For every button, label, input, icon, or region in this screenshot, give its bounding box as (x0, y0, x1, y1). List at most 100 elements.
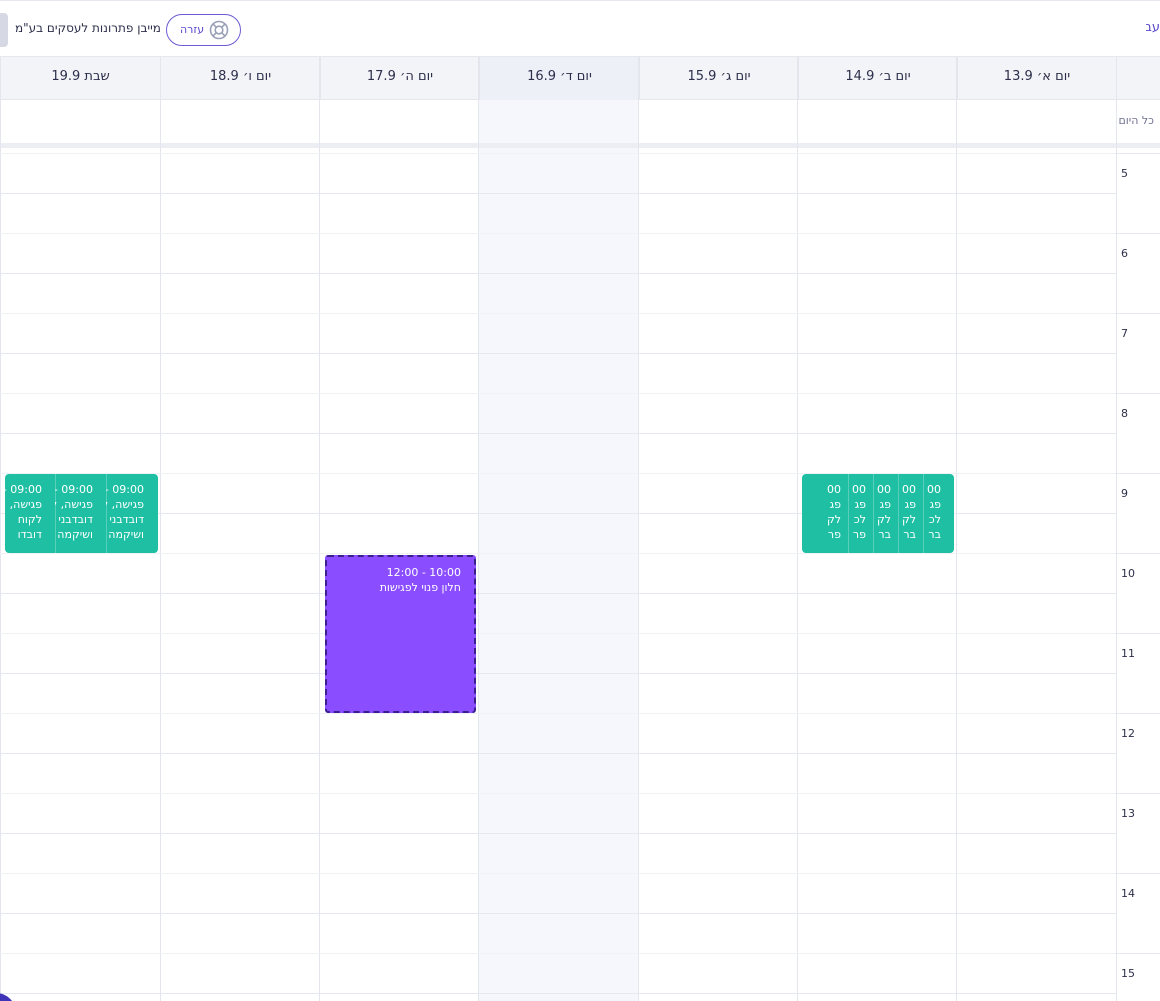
event-time: 00 (852, 483, 866, 496)
gutter-hour-line (1116, 153, 1160, 154)
event-title: דובדו (17, 528, 42, 541)
event-divider (873, 474, 874, 553)
week-calendar: יום א׳ 13.9 יום ב׳ 14.9 יום ג׳ 15.9 יום … (0, 57, 1160, 1001)
day-header-sun[interactable]: יום א׳ 13.9 (957, 57, 1116, 100)
sidebar-toggle-handle[interactable] (0, 13, 8, 47)
calendar-event[interactable]: 09:00 - פגישה, לקוח דובדו (5, 474, 55, 553)
event-time: 09:00 - (5, 483, 42, 496)
gutter-hour-line (1116, 473, 1160, 474)
column-divider (638, 57, 639, 1001)
saturday-event-group: 09:00 - 10 פגישה, ל דובדבני ושיקמה 09:00… (5, 474, 158, 553)
hour-line (0, 833, 1116, 834)
floating-action-button[interactable] (0, 993, 16, 1001)
company-name: מייבן פתרונות לעסקים בע"מ (15, 21, 161, 35)
hour-label: 7 (1121, 327, 1128, 340)
free-slot-title: חלון פנוי לפגישות (379, 581, 461, 594)
calendar-event[interactable]: 09:00 - 10 פגישה, ל דובדבני ושיקמה (106, 474, 158, 553)
day-header-sat[interactable]: שבת 19.9 (0, 57, 160, 100)
monday-event-group: 00 פג לכ בר 00 פג לק בר 00 פג לק בר 00 פ… (802, 474, 954, 553)
event-title: בר (928, 528, 941, 541)
hour-label: 15 (1121, 967, 1135, 980)
event-title: פר (827, 528, 841, 541)
all-day-label: כל היום (1118, 114, 1154, 127)
free-slot-event[interactable]: 10:00 - 12:00 חלון פנוי לפגישות (325, 555, 476, 713)
event-title: פג (879, 498, 891, 511)
half-hour-line (0, 793, 1116, 794)
hour-line (0, 673, 1116, 674)
top-bar: מייבן פתרונות לעסקים בע"מ עזרה עב (0, 0, 1160, 57)
hour-label: 5 (1121, 167, 1128, 180)
day-header-mon[interactable]: יום ב׳ 14.9 (798, 57, 957, 100)
gutter-hour-line (1116, 953, 1160, 954)
event-title: פר (852, 528, 866, 541)
column-divider (319, 57, 320, 1001)
event-time: 09:00 - 10 (106, 483, 144, 496)
hour-label: 11 (1121, 647, 1135, 660)
half-hour-line (0, 873, 1116, 874)
event-title: לק (876, 513, 891, 526)
calendar-event[interactable]: 00 פג לק בר (873, 474, 898, 553)
event-title: פג (829, 498, 841, 511)
event-time: 00 (877, 483, 891, 496)
event-divider (55, 474, 56, 553)
event-title: בר (903, 528, 916, 541)
event-title: פג (854, 498, 866, 511)
day-header-fri[interactable]: יום ו׳ 18.9 (160, 57, 320, 100)
event-divider (923, 474, 924, 553)
calendar-event[interactable]: 00 פג לכ בר (923, 474, 954, 553)
gutter-hour-line (1116, 393, 1160, 394)
help-button-label: עזרה (180, 23, 205, 36)
hour-label: 14 (1121, 887, 1135, 900)
event-title: ושיקמה (57, 528, 93, 541)
free-slot-time: 10:00 - 12:00 (386, 566, 461, 579)
all-day-separator (0, 143, 1160, 148)
column-divider (797, 57, 798, 1001)
event-divider (898, 474, 899, 553)
column-divider (956, 57, 957, 1001)
lifebuoy-icon (209, 20, 229, 40)
calendar-event[interactable]: 00 פג לק פר (823, 474, 848, 553)
half-hour-line (0, 153, 1116, 154)
help-button[interactable]: עזרה (166, 14, 241, 46)
day-header-tue[interactable]: יום ג׳ 15.9 (639, 57, 798, 100)
event-time: 09:00 - 10 (55, 483, 93, 496)
gutter-hour-line (1116, 713, 1160, 714)
calendar-event[interactable]: 09:00 - 10 פגישה, ל דובדבני ושיקמה (55, 474, 106, 553)
hour-label: 10 (1121, 567, 1135, 580)
hour-label: 9 (1121, 487, 1128, 500)
event-time: 00 (902, 483, 916, 496)
event-title: פג (929, 498, 941, 511)
calendar-event[interactable]: 00 פג לכ פר (848, 474, 873, 553)
hour-label: 13 (1121, 807, 1135, 820)
event-title: בר (878, 528, 891, 541)
event-title: לכ (853, 513, 866, 526)
hour-line (0, 993, 1116, 994)
hour-line (0, 753, 1116, 754)
event-title: פג (904, 498, 916, 511)
gutter-hour-line (1116, 233, 1160, 234)
event-divider (106, 474, 107, 553)
hour-line (0, 193, 1116, 194)
half-hour-line (0, 633, 1116, 634)
column-divider (160, 57, 161, 1001)
event-title: לכ (928, 513, 941, 526)
column-divider (478, 57, 479, 1001)
half-hour-line (0, 713, 1116, 714)
hour-line (0, 913, 1116, 914)
gutter-hour-line (1116, 793, 1160, 794)
hour-label: 6 (1121, 247, 1128, 260)
day-header-wed[interactable]: יום ד׳ 16.9 (479, 57, 639, 100)
day-header-thu[interactable]: יום ה׳ 17.9 (320, 57, 479, 100)
hour-label: 8 (1121, 407, 1128, 420)
hour-line (0, 593, 1116, 594)
event-divider (848, 474, 849, 553)
half-hour-line (0, 233, 1116, 234)
all-day-row[interactable]: כל היום (0, 100, 1160, 145)
column-divider (1116, 57, 1117, 1001)
gutter-hour-line (1116, 873, 1160, 874)
event-time: 00 (927, 483, 941, 496)
calendar-event[interactable]: 00 פג לק בר (898, 474, 923, 553)
top-right-link[interactable]: עב (1146, 20, 1160, 35)
event-title: לקוח (17, 513, 42, 526)
gutter-hour-line (1116, 633, 1160, 634)
